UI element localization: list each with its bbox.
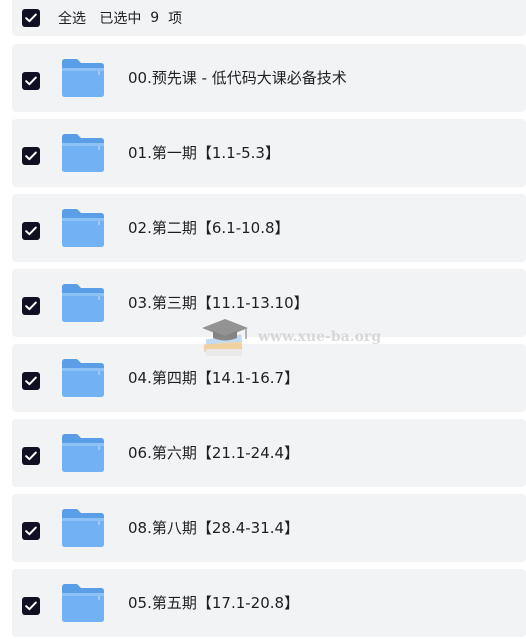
check-icon <box>25 13 37 23</box>
selected-count: 9 <box>150 10 160 26</box>
folder-name[interactable]: 08.第八期【28.4-31.4】 <box>128 517 299 538</box>
folder-checkbox[interactable] <box>22 447 40 465</box>
folder-name[interactable]: 04.第四期【14.1-16.7】 <box>128 367 299 388</box>
selected-prefix: 已选中 <box>99 11 142 27</box>
folder-checkbox[interactable] <box>22 522 40 540</box>
folder-row[interactable]: 01.第一期【1.1-5.3】 <box>12 119 526 187</box>
select-all-checkbox[interactable] <box>22 9 40 27</box>
select-all-bar: 全选 已选中 9 项 <box>12 0 526 36</box>
folder-list: 00.预先课 - 低代码大课必备技术 01.第一期【1.1-5.3】 02.第二… <box>12 44 526 639</box>
folder-checkbox[interactable] <box>22 222 40 240</box>
selected-suffix: 项 <box>168 11 183 27</box>
folder-icon <box>62 509 104 547</box>
folder-icon <box>62 59 104 97</box>
folder-icon <box>62 434 104 472</box>
select-all-label[interactable]: 全选 <box>58 8 86 28</box>
file-browser: 全选 已选中 9 项 00.预先课 - 低代码大课必备技术 01.第一期【1.1… <box>0 0 526 639</box>
folder-name[interactable]: 06.第六期【21.1-24.4】 <box>128 442 299 463</box>
check-icon <box>25 601 37 611</box>
folder-icon <box>62 134 104 172</box>
folder-checkbox[interactable] <box>22 372 40 390</box>
check-icon <box>25 526 37 536</box>
check-icon <box>25 376 37 386</box>
folder-row[interactable]: 04.第四期【14.1-16.7】 <box>12 344 526 412</box>
check-icon <box>25 151 37 161</box>
folder-checkbox[interactable] <box>22 297 40 315</box>
check-icon <box>25 301 37 311</box>
folder-checkbox[interactable] <box>22 597 40 615</box>
select-all-summary: 全选 已选中 9 项 <box>58 8 182 28</box>
folder-icon <box>62 359 104 397</box>
folder-icon <box>62 209 104 247</box>
folder-row[interactable]: 00.预先课 - 低代码大课必备技术 <box>12 44 526 112</box>
folder-icon <box>62 584 104 622</box>
folder-row[interactable]: 08.第八期【28.4-31.4】 <box>12 494 526 562</box>
folder-name[interactable]: 01.第一期【1.1-5.3】 <box>128 142 280 163</box>
check-icon <box>25 451 37 461</box>
folder-name[interactable]: 02.第二期【6.1-10.8】 <box>128 217 290 238</box>
folder-checkbox[interactable] <box>22 147 40 165</box>
folder-checkbox[interactable] <box>22 72 40 90</box>
folder-icon <box>62 284 104 322</box>
folder-row[interactable]: 03.第三期【11.1-13.10】 <box>12 269 526 337</box>
check-icon <box>25 226 37 236</box>
folder-row[interactable]: 06.第六期【21.1-24.4】 <box>12 419 526 487</box>
folder-row[interactable]: 02.第二期【6.1-10.8】 <box>12 194 526 262</box>
folder-name[interactable]: 03.第三期【11.1-13.10】 <box>128 292 309 313</box>
check-icon <box>25 76 37 86</box>
folder-row[interactable]: 05.第五期【17.1-20.8】 <box>12 569 526 637</box>
folder-name[interactable]: 05.第五期【17.1-20.8】 <box>128 592 299 613</box>
folder-name[interactable]: 00.预先课 - 低代码大课必备技术 <box>128 67 347 88</box>
